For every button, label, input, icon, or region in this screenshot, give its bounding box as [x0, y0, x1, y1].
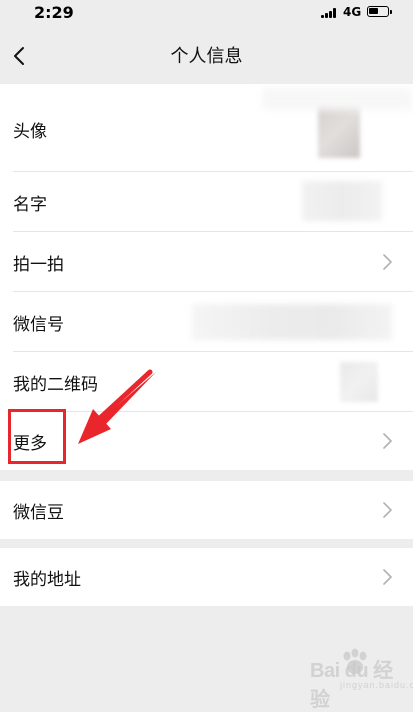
- row-avatar[interactable]: 头像: [0, 84, 413, 171]
- row-wechat-id[interactable]: 微信号: [0, 292, 413, 351]
- chevron-left-icon: [14, 47, 24, 65]
- row-label: 头像: [13, 122, 47, 142]
- watermark-url: jingyan.baidu.com: [340, 680, 413, 690]
- wechat-id-value: [192, 304, 392, 340]
- row-label: 微信号: [13, 315, 64, 335]
- chevron-right-icon: [383, 569, 392, 585]
- cellular-signal-icon: [321, 8, 339, 18]
- row-label: 微信豆: [13, 503, 64, 523]
- watermark-brand: Bai du 经验: [310, 660, 393, 711]
- row-pat[interactable]: 拍一拍: [0, 232, 413, 291]
- row-my-address[interactable]: 我的地址: [0, 548, 413, 606]
- battery-icon: [367, 6, 392, 17]
- address-group: 我的地址: [0, 548, 413, 606]
- row-label: 拍一拍: [13, 255, 64, 275]
- back-button[interactable]: [10, 42, 36, 70]
- baidu-watermark: Bai du 经验 jingyan.baidu.com: [300, 640, 413, 711]
- row-label: 更多: [13, 434, 47, 454]
- row-label: 我的地址: [13, 570, 81, 590]
- profile-info-group: 头像 名字 拍一拍 微信号 我的二维码 更多: [0, 84, 413, 470]
- nav-bar: 个人信息: [0, 28, 413, 84]
- row-name[interactable]: 名字: [0, 172, 413, 231]
- name-value: [302, 181, 382, 221]
- wechat-beans-group: 微信豆: [0, 481, 413, 539]
- chevron-right-icon: [383, 502, 392, 518]
- page-title: 个人信息: [170, 46, 243, 67]
- row-label: 名字: [13, 195, 47, 215]
- network-type: 4G: [343, 5, 362, 19]
- status-time: 2:29: [34, 3, 74, 22]
- chevron-right-icon: [383, 433, 392, 449]
- qr-code-icon: [340, 362, 378, 402]
- row-label: 我的二维码: [13, 375, 98, 395]
- blur-artifact: [262, 88, 412, 110]
- chevron-right-icon: [383, 254, 392, 270]
- status-bar: 2:29 4G: [0, 0, 413, 28]
- row-wechat-beans[interactable]: 微信豆: [0, 481, 413, 539]
- row-more[interactable]: 更多: [0, 412, 413, 470]
- paw-logo-icon: [343, 648, 367, 674]
- row-qr-code[interactable]: 我的二维码: [0, 352, 413, 411]
